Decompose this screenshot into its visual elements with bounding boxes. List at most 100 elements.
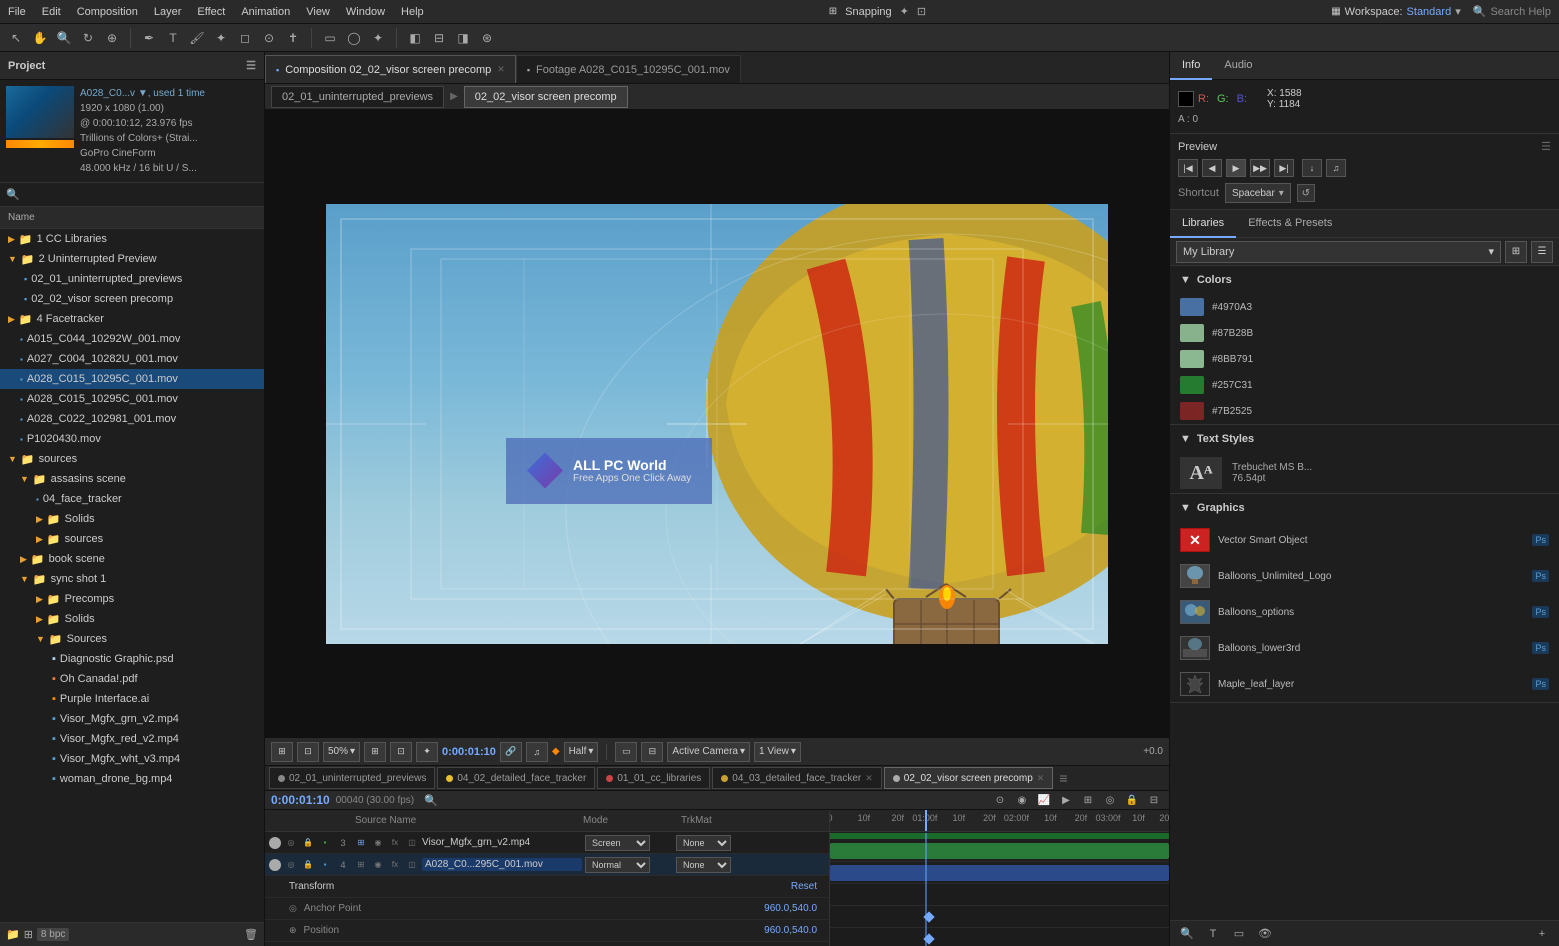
- workspace-dropdown[interactable]: ▾: [1455, 5, 1461, 18]
- menu-item-effect[interactable]: Effect: [197, 6, 225, 18]
- rp-text-btn[interactable]: T: [1202, 924, 1224, 944]
- lib-grid-view-btn[interactable]: ⊞: [1505, 241, 1527, 263]
- viewer-sync-btn[interactable]: 🔗: [500, 742, 522, 762]
- layer-effect-3[interactable]: fx: [388, 836, 402, 850]
- color-row-1[interactable]: #87B28B: [1170, 320, 1559, 346]
- viewer-audio-btn[interactable]: ♫: [526, 742, 548, 762]
- new-comp-btn[interactable]: ⊞: [24, 928, 33, 941]
- viewer-snap-btn[interactable]: ⊞: [271, 742, 293, 762]
- color-row-2[interactable]: #8BB791: [1170, 346, 1559, 372]
- tree-item-precomps[interactable]: ▶ 📁 Precomps: [0, 589, 264, 609]
- layer-blend-4[interactable]: ◫: [405, 858, 419, 872]
- comp-tab-face2-close[interactable]: ✕: [865, 773, 873, 784]
- graphic-row-2[interactable]: Balloons_options Ps: [1170, 594, 1559, 630]
- roto-brush-tool[interactable]: ⊙: [259, 28, 279, 48]
- hand-tool[interactable]: ✋: [30, 28, 50, 48]
- tab-info[interactable]: Info: [1170, 52, 1212, 80]
- camera-track-tool[interactable]: ⊕: [102, 28, 122, 48]
- tree-item-sync-shot[interactable]: ▼ 📁 sync shot 1: [0, 569, 264, 589]
- comp-tab-visor[interactable]: 02_02_visor screen precomp ✕: [884, 767, 1054, 789]
- color-row-3[interactable]: #257C31: [1170, 372, 1559, 398]
- layer-trkmat-select-4[interactable]: None: [676, 857, 731, 873]
- rp-search-btn[interactable]: 🔍: [1176, 924, 1198, 944]
- sub-tab-02[interactable]: 02_02_visor screen precomp: [464, 86, 628, 108]
- layer-label-3[interactable]: ▪: [318, 836, 332, 850]
- work-area-bar[interactable]: [830, 833, 1169, 839]
- menu-item-view[interactable]: View: [306, 6, 330, 18]
- text-styles-header[interactable]: ▼ Text Styles: [1170, 425, 1559, 453]
- layer-3d-3[interactable]: ⊞: [354, 836, 368, 850]
- tree-item-cc-libraries[interactable]: ▶ 📁 1 CC Libraries: [0, 229, 264, 249]
- pen-tool[interactable]: ✒: [139, 28, 159, 48]
- comp-tab-01[interactable]: 02_01_uninterrupted_previews: [269, 767, 435, 789]
- graphic-row-3[interactable]: Balloons_lower3rd Ps: [1170, 630, 1559, 666]
- comp-tab-face[interactable]: 04_02_detailed_face_tracker: [437, 767, 595, 789]
- eraser-tool[interactable]: ◻: [235, 28, 255, 48]
- playhead[interactable]: [925, 810, 927, 831]
- align-center-tool[interactable]: ⊟: [429, 28, 449, 48]
- align-left-tool[interactable]: ◧: [405, 28, 425, 48]
- tree-item-vid-03b[interactable]: ▪ A028_C015_10295C_001.mov: [0, 389, 264, 409]
- prev-load-btn[interactable]: ↓: [1302, 159, 1322, 177]
- menu-item-composition[interactable]: Composition: [77, 6, 138, 18]
- timeline-ruler[interactable]: 0 10f 20f 01:00f 10f 20f 02:00f 10f 20f …: [830, 810, 1169, 832]
- tree-item-prev-02[interactable]: ▪ 02_02_visor screen precomp: [0, 289, 264, 309]
- rectangle-tool[interactable]: ▭: [320, 28, 340, 48]
- comp-tab-cc[interactable]: 01_01_cc_libraries: [597, 767, 710, 789]
- tree-item-sources[interactable]: ▼ 📁 sources: [0, 449, 264, 469]
- layer-label-4[interactable]: ▪: [318, 858, 332, 872]
- star-tool[interactable]: ✦: [368, 28, 388, 48]
- comp-tab-close[interactable]: ✕: [497, 64, 505, 75]
- library-selector[interactable]: My Library ▾: [1176, 241, 1501, 263]
- tl-solo-btn[interactable]: ◎: [1101, 791, 1119, 809]
- viewer-fit-btn[interactable]: ⊡: [297, 742, 319, 762]
- tl-draft-btn[interactable]: ⊙: [991, 791, 1009, 809]
- menu-item-help[interactable]: Help: [401, 6, 424, 18]
- tree-item-purple-interface[interactable]: ▪ Purple Interface.ai: [0, 689, 264, 709]
- footage-tab[interactable]: ▪ Footage A028_C015_10295C_001.mov: [516, 55, 741, 83]
- layer-row-4[interactable]: ◎ 🔒 ▪ 4 ⊞ ◉ fx ◫ A028_C0...295C_001.mov …: [265, 854, 829, 876]
- tree-item-uninterrupted[interactable]: ▼ 📁 2 Uninterrupted Preview: [0, 249, 264, 269]
- menu-item-edit[interactable]: Edit: [42, 6, 61, 18]
- prev-play-btn[interactable]: ▶: [1226, 159, 1246, 177]
- layer-blend-3[interactable]: ◫: [405, 836, 419, 850]
- tree-item-vid-05[interactable]: ▪ A028_C022_102981_001.mov: [0, 409, 264, 429]
- align-right-tool[interactable]: ◨: [453, 28, 473, 48]
- ellipse-tool[interactable]: ◯: [344, 28, 364, 48]
- prev-audio-btn[interactable]: ♫: [1326, 159, 1346, 177]
- tree-item-vid-01[interactable]: ▪ A015_C044_10292W_001.mov: [0, 329, 264, 349]
- tree-item-vid-06[interactable]: ▪ P1020430.mov: [0, 429, 264, 449]
- viewer-render-btn[interactable]: ⊟: [641, 742, 663, 762]
- graphic-row-0[interactable]: ✕ Vector Smart Object Ps: [1170, 522, 1559, 558]
- lib-list-view-btn[interactable]: ☰: [1531, 241, 1553, 263]
- composition-viewer[interactable]: ALL PC World Free Apps One Click Away: [265, 110, 1169, 737]
- layer-row-3[interactable]: ◎ 🔒 ▪ 3 ⊞ ◉ fx ◫ Visor_Mgfx_grn_v2.mp4 S…: [265, 832, 829, 854]
- project-search-input[interactable]: [24, 189, 258, 201]
- viewer-camera-dropdown[interactable]: Active Camera ▾: [667, 742, 750, 762]
- tree-item-diagnostic[interactable]: ▪ Diagnostic Graphic.psd: [0, 649, 264, 669]
- prev-last-btn[interactable]: ▶|: [1274, 159, 1294, 177]
- tree-item-vid-02[interactable]: ▪ A027_C004_10282U_001.mov: [0, 349, 264, 369]
- tl-lock-btn[interactable]: 🔒: [1123, 791, 1141, 809]
- project-hamburger[interactable]: ☰: [246, 59, 256, 72]
- viewer-safe-btn[interactable]: ⊡: [390, 742, 412, 762]
- layer-trkmat-select-3[interactable]: None: [676, 835, 731, 851]
- tree-item-prev-01[interactable]: ▪ 02_01_uninterrupted_previews: [0, 269, 264, 289]
- tree-item-visor-grn[interactable]: ▪ Visor_Mgfx_grn_v2.mp4: [0, 709, 264, 729]
- layer-effect-4[interactable]: fx: [388, 858, 402, 872]
- layer-visibility-4[interactable]: [269, 859, 281, 871]
- tab-libraries[interactable]: Libraries: [1170, 210, 1236, 238]
- layer-lock-4[interactable]: 🔒: [301, 858, 315, 872]
- new-folder-btn[interactable]: 📁: [6, 928, 20, 941]
- tree-item-woman-drone[interactable]: ▪ woman_drone_bg.mp4: [0, 769, 264, 789]
- preview-menu-icon[interactable]: ☰: [1541, 140, 1551, 153]
- graphic-row-1[interactable]: Balloons_Unlimited_Logo Ps: [1170, 558, 1559, 594]
- tree-item-facetracker[interactable]: ▶ 📁 4 Facetracker: [0, 309, 264, 329]
- tree-item-solids-1[interactable]: ▶ 📁 Solids: [0, 509, 264, 529]
- rp-eye-btn[interactable]: 👁: [1254, 924, 1276, 944]
- color-row-4[interactable]: #7B2525: [1170, 398, 1559, 424]
- comp-tab-visor-close[interactable]: ✕: [1037, 773, 1045, 784]
- graphics-header[interactable]: ▼ Graphics: [1170, 494, 1559, 522]
- tl-motion-blur-btn[interactable]: ◉: [1013, 791, 1031, 809]
- timeline-search-btn[interactable]: 🔍: [424, 794, 438, 807]
